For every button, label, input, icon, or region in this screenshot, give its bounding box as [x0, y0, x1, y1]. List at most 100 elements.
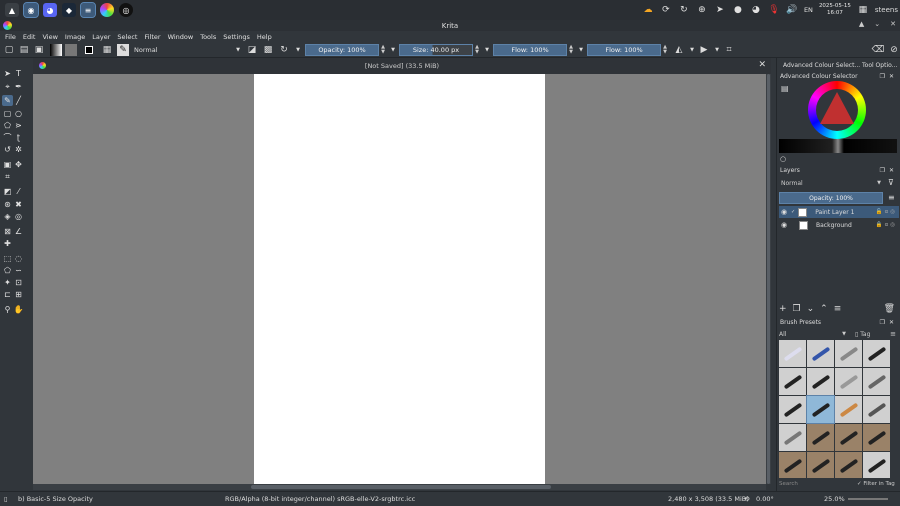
- check-icon[interactable]: ✓: [791, 209, 795, 215]
- magnetic-select-icon[interactable]: ⊞: [13, 289, 24, 300]
- rotation-icon[interactable]: ⟲: [744, 495, 749, 503]
- open-document-icon[interactable]: ▤: [18, 44, 30, 56]
- close-window-icon[interactable]: ✕: [890, 20, 896, 28]
- brush-preset[interactable]: [835, 452, 862, 478]
- status-zoom[interactable]: 25.0%: [824, 495, 845, 503]
- layer-name[interactable]: Background: [816, 222, 852, 229]
- panel-float-close-icons[interactable]: ❐✕: [880, 319, 898, 326]
- layers-blend-select[interactable]: Normal ▼: [779, 178, 883, 188]
- gradient-selector-icon[interactable]: [50, 44, 62, 56]
- mirror-horizontal-icon[interactable]: ◭: [673, 44, 685, 56]
- volume-icon[interactable]: 🔊: [786, 4, 798, 16]
- menu-select[interactable]: Select: [117, 33, 137, 41]
- menu-help[interactable]: Help: [257, 33, 272, 41]
- brush-preset[interactable]: [863, 340, 890, 367]
- bezier-tool-icon[interactable]: ⌒: [2, 132, 13, 143]
- steam-icon[interactable]: ◆: [62, 3, 76, 17]
- zoom-tool-icon[interactable]: ⚲: [2, 304, 13, 315]
- select-shapes-icon[interactable]: ➤: [2, 68, 13, 79]
- brush-preset[interactable]: [779, 424, 806, 451]
- chevron-down-icon[interactable]: ▼: [575, 44, 587, 56]
- fill-tool-icon[interactable]: ◈: [2, 211, 13, 222]
- microphone-icon[interactable]: 🎙: [768, 4, 780, 16]
- menu-tools[interactable]: Tools: [200, 33, 216, 41]
- brush-tag-select[interactable]: All ▼: [779, 331, 849, 338]
- panel-float-close-icons[interactable]: ❐✕: [880, 73, 898, 80]
- canvas-area[interactable]: [33, 74, 766, 484]
- menu-view[interactable]: View: [42, 33, 57, 41]
- discord-tray-icon[interactable]: ◕: [750, 4, 762, 16]
- measure-tool-icon[interactable]: ∠: [13, 226, 24, 237]
- brush-preset[interactable]: [806, 395, 835, 424]
- vertical-scroll-thumb[interactable]: [767, 74, 770, 484]
- color-triangle[interactable]: [820, 92, 854, 124]
- opacity-slider[interactable]: Opacity: 100%: [305, 44, 379, 56]
- obs-icon[interactable]: ◎: [119, 3, 133, 17]
- brush-preset[interactable]: [807, 424, 834, 451]
- brush-preset[interactable]: [779, 340, 806, 367]
- polygon-select-icon[interactable]: ⬠: [2, 265, 13, 276]
- brush-preset[interactable]: [863, 452, 890, 478]
- layer-flag-icons[interactable]: 🔓α◎: [876, 209, 897, 215]
- text-tool-icon[interactable]: T: [13, 68, 24, 79]
- flow-spin-2[interactable]: ▲ ▼: [662, 44, 668, 56]
- flow-slider[interactable]: Flow: 100%: [493, 44, 567, 56]
- brush-preset[interactable]: [807, 368, 834, 395]
- flow-slider-2[interactable]: Flow: 100%: [587, 44, 661, 56]
- discord-icon[interactable]: ◕: [43, 3, 57, 17]
- status-brush-icon[interactable]: ▯: [4, 495, 8, 503]
- layer-menu-icon[interactable]: ≡: [888, 193, 895, 202]
- brush-preset[interactable]: [863, 396, 890, 423]
- chevron-down-icon[interactable]: ▼: [387, 44, 399, 56]
- wrap-around-icon[interactable]: ⌗: [723, 44, 735, 56]
- chromium-icon[interactable]: ◉: [23, 2, 39, 18]
- menu-layer[interactable]: Layer: [92, 33, 110, 41]
- filter-in-tag-checkbox[interactable]: ✓ Filter in Tag: [857, 481, 895, 487]
- layer-name[interactable]: Paint Layer 1: [815, 209, 854, 216]
- zoom-slider[interactable]: [848, 498, 888, 500]
- brush-preset[interactable]: [779, 396, 806, 423]
- chevron-down-icon[interactable]: ▼: [711, 44, 723, 56]
- close-document-icon[interactable]: ✕: [758, 60, 766, 70]
- new-document-icon[interactable]: ▢: [3, 44, 15, 56]
- rectangle-tool-icon[interactable]: ▢: [2, 108, 13, 119]
- similar-select-icon[interactable]: ⊡: [13, 277, 24, 288]
- tab-tool-options[interactable]: Tool Optio...: [862, 60, 897, 71]
- dynamic-brush-icon[interactable]: ↺: [2, 144, 13, 155]
- layer-row[interactable]: ◉ ✓ Paint Layer 1 🔓α◎: [779, 206, 899, 218]
- reload-preset-icon[interactable]: ↻: [278, 44, 290, 56]
- text-editor-icon[interactable]: ≡: [80, 2, 96, 18]
- color-shade-strip[interactable]: [779, 139, 897, 153]
- horizontal-scroll-thumb[interactable]: [251, 485, 551, 489]
- clear-toolbar-icon[interactable]: ⌫: [870, 44, 886, 56]
- weather-icon[interactable]: ☁: [642, 4, 654, 16]
- view-mode-icon[interactable]: ≡: [890, 330, 896, 338]
- smart-patch-icon[interactable]: ✖: [13, 199, 24, 210]
- alpha-lock-icon[interactable]: ▩: [262, 44, 274, 56]
- layer-opacity-slider[interactable]: Opacity: 100%: [779, 192, 883, 204]
- bezier-select-icon[interactable]: ⊏: [2, 289, 13, 300]
- contiguous-select-icon[interactable]: ✦: [2, 277, 13, 288]
- eye-icon[interactable]: ◉: [779, 221, 789, 229]
- vertical-scrollbar[interactable]: [766, 74, 771, 484]
- brush-preset[interactable]: [807, 452, 834, 478]
- document-tab[interactable]: [Not Saved] (33.5 MiB) ✕: [33, 58, 771, 74]
- layer-properties-icon[interactable]: ≡: [834, 304, 842, 314]
- ellipse-select-icon[interactable]: ◌: [13, 253, 24, 264]
- color-history-icon[interactable]: ○: [780, 155, 786, 163]
- color-settings-icon[interactable]: ▤: [781, 84, 789, 93]
- colorize-mask-icon[interactable]: ⊛: [2, 199, 13, 210]
- mirror-vertical-icon[interactable]: ▶: [698, 44, 710, 56]
- sync-icon[interactable]: ↻: [678, 4, 690, 16]
- language-indicator[interactable]: EN: [804, 4, 813, 16]
- canvas-page[interactable]: [254, 74, 545, 484]
- freehand-select-icon[interactable]: ∽: [13, 265, 24, 276]
- settings-toolbar-icon[interactable]: ⊘: [888, 44, 900, 56]
- menu-edit[interactable]: Edit: [23, 33, 36, 41]
- brush-preset[interactable]: [863, 424, 890, 451]
- polyline-tool-icon[interactable]: ⋗: [13, 120, 24, 131]
- krita-icon[interactable]: [100, 3, 114, 17]
- keep-above-icon[interactable]: ▲: [859, 20, 864, 28]
- brush-preset[interactable]: [835, 340, 862, 367]
- pattern-selector-icon[interactable]: [65, 44, 77, 56]
